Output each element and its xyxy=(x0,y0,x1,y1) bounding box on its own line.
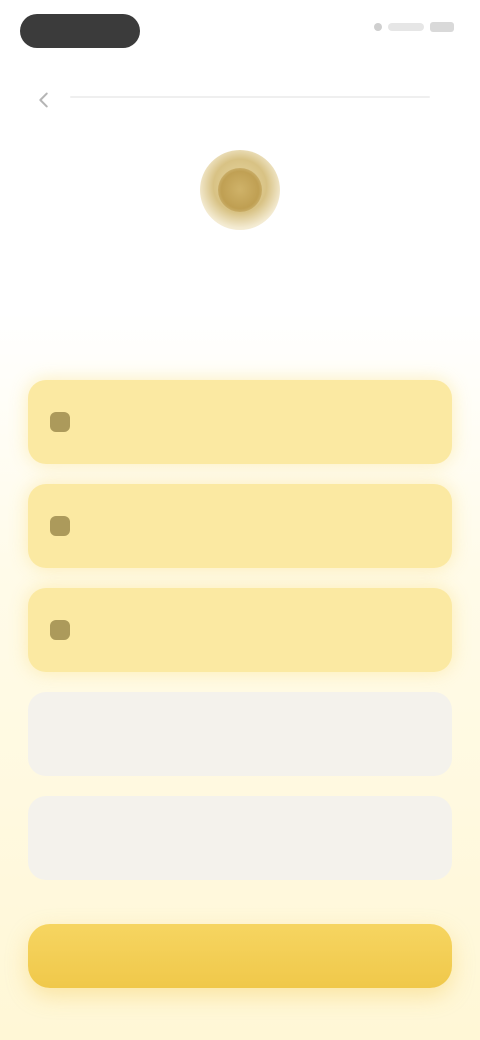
option-item-3[interactable] xyxy=(28,588,452,672)
back-button[interactable] xyxy=(24,80,64,120)
signal-icon xyxy=(374,23,382,31)
battery-icon xyxy=(430,22,454,32)
option-item-2[interactable] xyxy=(28,484,452,568)
chevron-left-icon xyxy=(39,92,48,108)
option-icon xyxy=(50,412,70,432)
status-icons xyxy=(374,22,454,32)
status-bar xyxy=(0,0,480,64)
option-icon xyxy=(50,516,70,536)
status-time-pill xyxy=(20,14,140,48)
continue-button[interactable] xyxy=(28,924,452,988)
option-list xyxy=(28,380,452,900)
coin-icon xyxy=(200,150,280,230)
option-item-5[interactable] xyxy=(28,796,452,880)
wifi-icon xyxy=(388,23,424,31)
option-item-1[interactable] xyxy=(28,380,452,464)
option-icon xyxy=(50,620,70,640)
progress-track xyxy=(70,96,430,98)
option-item-4[interactable] xyxy=(28,692,452,776)
header xyxy=(0,72,480,132)
page-heading xyxy=(40,252,440,304)
coin-icon-inner xyxy=(218,168,262,212)
